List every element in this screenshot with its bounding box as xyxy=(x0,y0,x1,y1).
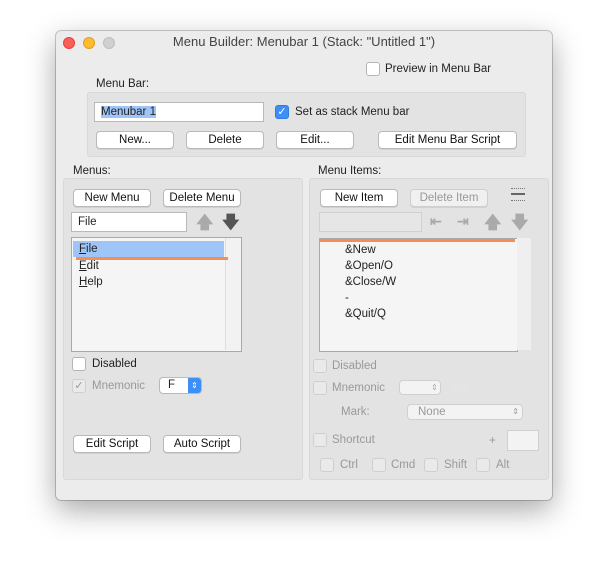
item-mnemonic-preview xyxy=(451,382,469,394)
edit-menubar-button[interactable]: Edit... xyxy=(276,131,354,149)
zoom-button[interactable] xyxy=(103,37,115,49)
delete-item-button[interactable]: Delete Item xyxy=(410,189,488,207)
menu-items-section-label: Menu Items: xyxy=(318,165,382,177)
new-item-button[interactable]: New Item xyxy=(320,189,398,207)
edit-menubar-script-button[interactable]: Edit Menu Bar Script xyxy=(378,131,517,149)
popup-chevron-icon: ⇕ xyxy=(188,378,201,393)
move-menu-down-icon[interactable]: 🡇 xyxy=(222,214,239,231)
item-disabled-label: Disabled xyxy=(332,360,377,372)
delete-menubar-button[interactable]: Delete xyxy=(186,131,264,149)
menu-list-item[interactable]: Help xyxy=(79,275,103,289)
minimize-button[interactable] xyxy=(83,37,95,49)
cmd-label: Cmd xyxy=(391,459,416,471)
shortcut-key-field[interactable] xyxy=(507,430,539,451)
mark-label: Mark: xyxy=(341,406,370,418)
menu-list-item[interactable]: Edit xyxy=(79,259,99,273)
ctrl-checkbox[interactable] xyxy=(320,458,334,472)
shift-checkbox[interactable] xyxy=(424,458,438,472)
insert-separator-icon[interactable] xyxy=(511,188,525,201)
menu-disabled-label: Disabled xyxy=(92,358,137,370)
edit-script-button[interactable]: Edit Script xyxy=(73,435,151,453)
set-stack-menubar-label: Set as stack Menu bar xyxy=(295,106,410,118)
move-menu-up-icon[interactable]: 🡅 xyxy=(196,214,213,231)
shift-label: Shift xyxy=(444,459,468,471)
menu-item[interactable]: - xyxy=(345,291,349,305)
close-button[interactable] xyxy=(63,37,75,49)
window-title: Menu Builder: Menubar 1 (Stack: "Untitle… xyxy=(172,34,436,49)
menu-mnemonic-checkbox[interactable]: ✓ xyxy=(72,379,86,393)
ctrl-label: Ctrl xyxy=(340,459,358,471)
alt-label: Alt xyxy=(496,459,510,471)
delete-menu-button[interactable]: Delete Menu xyxy=(163,189,241,207)
indent-icon[interactable]: ⇥ xyxy=(457,213,469,230)
move-item-up-icon[interactable]: 🡅 xyxy=(484,214,501,231)
menu-mnemonic-popup[interactable]: F ⇕ xyxy=(159,377,202,394)
preview-checkbox[interactable] xyxy=(366,62,380,76)
move-item-down-icon[interactable]: 🡇 xyxy=(511,214,528,231)
auto-script-button[interactable]: Auto Script xyxy=(163,435,241,453)
item-mnemonic-label: Mnemonic xyxy=(332,382,386,394)
menu-mnemonic-value: F xyxy=(168,379,176,391)
alt-checkbox[interactable] xyxy=(476,458,490,472)
set-stack-menubar-checkbox[interactable]: ✓ xyxy=(275,105,289,119)
menubar-name-value: Menubar 1 xyxy=(101,106,156,118)
plus-label: + xyxy=(489,435,496,447)
item-insertion-marker xyxy=(320,239,515,242)
menus-section-label: Menus: xyxy=(73,165,111,177)
preview-label: Preview in Menu Bar xyxy=(385,63,492,75)
menu-name-input[interactable]: File xyxy=(71,212,187,232)
new-menubar-button[interactable]: New... xyxy=(96,131,174,149)
popup-chevron-icon: ⇕ xyxy=(512,407,519,416)
shortcut-checkbox[interactable] xyxy=(313,433,327,447)
outdent-icon[interactable]: ⇤ xyxy=(430,213,442,230)
menu-item[interactable]: &Quit/Q xyxy=(345,307,386,321)
menu-item[interactable]: &Open/O xyxy=(345,259,393,273)
mark-popup[interactable]: None ⇕ xyxy=(407,404,523,420)
menu-list-item[interactable]: File xyxy=(79,242,98,256)
item-name-input[interactable] xyxy=(319,212,422,232)
menus-list-scrollbar[interactable] xyxy=(225,238,241,350)
item-disabled-checkbox[interactable] xyxy=(313,359,327,373)
mark-value: None xyxy=(418,406,446,418)
new-menu-button[interactable]: New Menu xyxy=(73,189,151,207)
cmd-checkbox[interactable] xyxy=(372,458,386,472)
shortcut-label: Shortcut xyxy=(332,434,375,446)
menu-item[interactable]: &Close/W xyxy=(345,275,396,289)
menu-disabled-checkbox[interactable] xyxy=(72,357,86,371)
item-mnemonic-popup[interactable]: ⇕ xyxy=(399,380,441,395)
menu-item[interactable]: &New xyxy=(345,243,376,257)
item-mnemonic-checkbox[interactable] xyxy=(313,381,327,395)
insertion-marker xyxy=(76,257,228,260)
menu-items-list-scrollbar[interactable] xyxy=(517,238,531,350)
menubar-name-input[interactable]: Menubar 1 xyxy=(94,102,264,122)
menubar-section-label: Menu Bar: xyxy=(96,78,150,90)
menu-mnemonic-label: Mnemonic xyxy=(92,380,146,392)
popup-chevron-icon: ⇕ xyxy=(431,383,440,392)
